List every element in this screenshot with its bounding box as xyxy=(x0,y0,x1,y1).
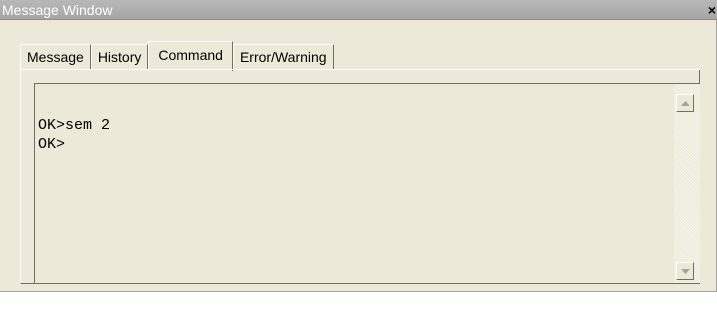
close-icon[interactable]: × xyxy=(708,2,716,18)
window-title: Message Window xyxy=(2,2,113,18)
tab-command[interactable]: Command xyxy=(148,41,233,71)
tab-message[interactable]: Message xyxy=(20,44,91,70)
vertical-scrollbar[interactable] xyxy=(674,83,700,283)
command-output[interactable]: OK>sem 2 OK> xyxy=(34,83,674,283)
arrow-down-icon xyxy=(680,268,690,274)
tab-label: History xyxy=(97,49,142,65)
scroll-down-button[interactable] xyxy=(676,262,694,280)
tab-label: Message xyxy=(27,49,84,65)
arrow-up-icon xyxy=(680,100,690,106)
message-window: Message Window × Message History Command… xyxy=(0,0,717,292)
tab-strip: Message History Command Error/Warning xyxy=(20,38,334,71)
scroll-up-button[interactable] xyxy=(676,94,694,112)
tab-error-warning[interactable]: Error/Warning xyxy=(232,44,334,70)
tab-label: Command xyxy=(158,47,223,63)
tab-label: Error/Warning xyxy=(239,49,327,65)
output-line: OK> xyxy=(38,136,66,153)
tab-history[interactable]: History xyxy=(90,44,149,70)
title-bar[interactable]: Message Window × xyxy=(0,0,717,20)
output-text: OK>sem 2 OK> xyxy=(38,116,110,154)
output-line: OK>sem 2 xyxy=(38,117,111,134)
